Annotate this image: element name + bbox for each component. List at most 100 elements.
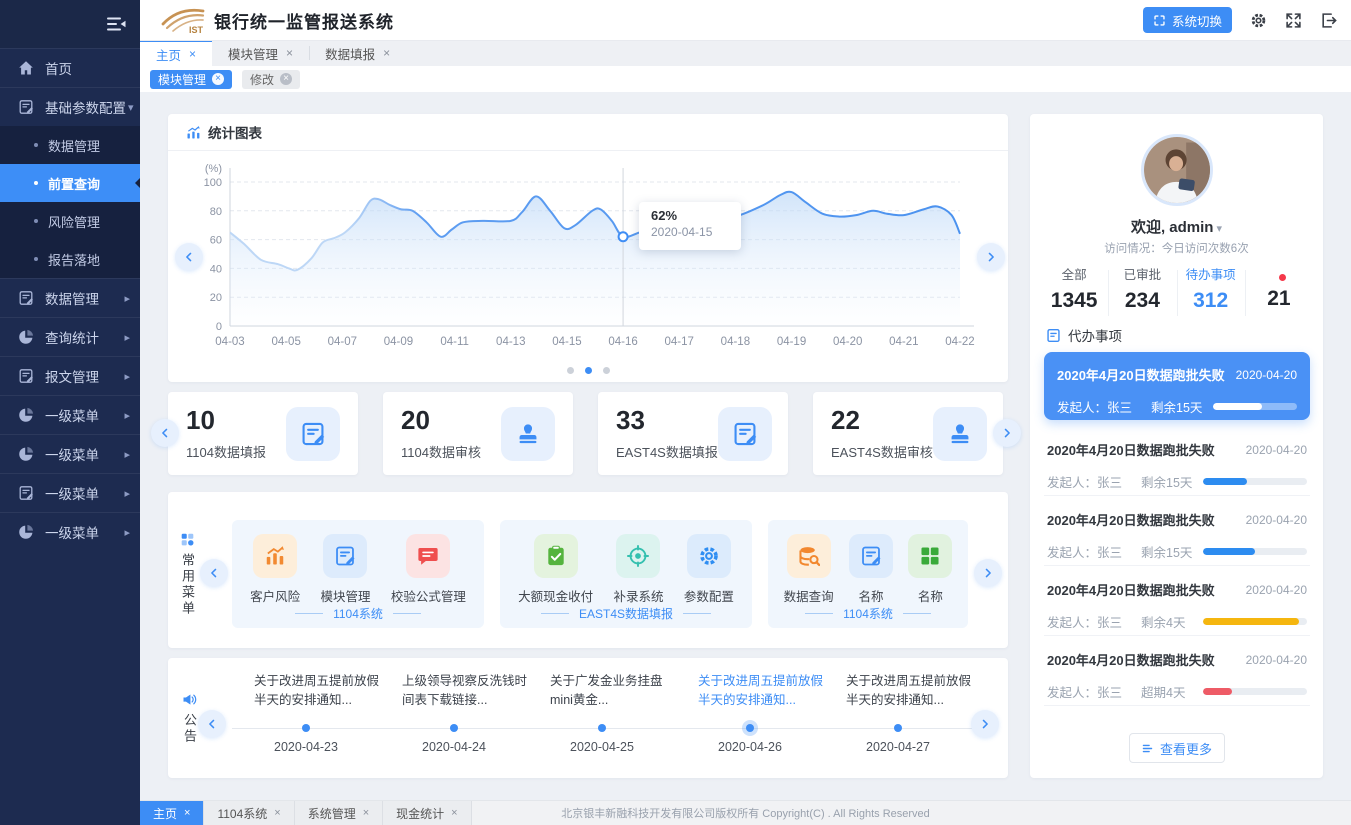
- menu-item-名称[interactable]: 名称: [908, 534, 952, 605]
- menu-item-模块管理[interactable]: 模块管理: [320, 534, 370, 605]
- tab-close-icon[interactable]: ×: [363, 807, 369, 819]
- menu-item-补录系统[interactable]: 补录系统: [613, 534, 663, 605]
- tag-修改[interactable]: 修改×: [242, 70, 300, 89]
- svg-text:100: 100: [204, 177, 222, 189]
- settings-gear-icon[interactable]: [1250, 12, 1267, 29]
- sidebar-item-一级菜单[interactable]: 一级菜单▸: [0, 512, 140, 551]
- stat-label: 1104数据填报: [186, 442, 266, 461]
- sidebar-item-基础参数配置[interactable]: 基础参数配置▾: [0, 87, 140, 126]
- menu-item-数据查询[interactable]: 数据查询: [784, 534, 834, 605]
- todo-row-2: 发起人：张三超期4天: [1047, 682, 1307, 701]
- sidebar-subitem-前置查询[interactable]: 前置查询: [0, 164, 140, 202]
- announcement-next-button[interactable]: [971, 710, 999, 738]
- chevron-left-icon: [206, 718, 218, 730]
- menu-item-大额现金收付[interactable]: 大额现金收付: [518, 534, 593, 605]
- todo-progress-fill: [1203, 618, 1299, 625]
- chart-next-button[interactable]: [977, 243, 1005, 271]
- tab-模块管理[interactable]: 模块管理×: [212, 40, 309, 66]
- tab-close-icon[interactable]: ×: [184, 807, 190, 819]
- todo-item[interactable]: 2020年4月20日数据跑批失败2020-04-20发起人：张三剩余4天: [1044, 566, 1310, 636]
- todo-title: 2020年4月20日数据跑批失败: [1047, 650, 1215, 669]
- tag-模块管理[interactable]: 模块管理×: [150, 70, 232, 89]
- sidebar-item-一级菜单[interactable]: 一级菜单▸: [0, 434, 140, 473]
- sidebar-item-一级菜单[interactable]: 一级菜单▸: [0, 473, 140, 512]
- menu-item-名称[interactable]: 名称: [849, 534, 893, 605]
- sidebar-item-查询统计[interactable]: 查询统计▸: [0, 317, 140, 356]
- announcement-item-title: 关于广发金业务挂盘mini黄金...: [550, 672, 676, 711]
- collapse-menu-icon[interactable]: [106, 16, 126, 32]
- todo-row-1: 2020年4月20日数据跑批失败 2020-04-20: [1047, 650, 1307, 669]
- announcement-item[interactable]: 关于广发金业务挂盘mini黄金...2020-04-25: [528, 658, 676, 778]
- common-menu-prev-button[interactable]: [200, 559, 228, 587]
- announcement-item-date: 2020-04-24: [380, 740, 528, 754]
- gear-icon: [698, 545, 720, 567]
- pagination-dot[interactable]: [567, 367, 574, 374]
- bottom-tab-主页[interactable]: 主页×: [140, 801, 204, 825]
- announcement-item[interactable]: 上级领导视察反洗钱时间表下载链接...2020-04-24: [380, 658, 528, 778]
- menu-item-校验公式管理[interactable]: 校验公式管理: [391, 534, 466, 605]
- system-switch-button[interactable]: 系统切换: [1143, 7, 1232, 33]
- bottom-tab-现金统计[interactable]: 现金统计×: [383, 801, 471, 825]
- announcement-item[interactable]: 关于改进周五提前放假半天的安排通知...2020-04-26: [676, 658, 824, 778]
- tab-数据填报[interactable]: 数据填报×: [309, 40, 406, 66]
- sidebar-subitem-报告落地[interactable]: 报告落地: [0, 240, 140, 278]
- fullscreen-icon[interactable]: [1285, 12, 1302, 29]
- tab-主页[interactable]: 主页×: [140, 40, 212, 66]
- tag-close-icon[interactable]: ×: [212, 73, 224, 85]
- tab-close-icon[interactable]: ×: [189, 47, 196, 61]
- stat-card-EAST4S数据填报[interactable]: 33EAST4S数据填报: [598, 392, 788, 475]
- announcement-item[interactable]: 关于改进周五提前放假半天的安排通知...2020-04-23: [232, 658, 380, 778]
- chevron-right-icon: [979, 718, 991, 730]
- tab-close-icon[interactable]: ×: [451, 807, 457, 819]
- menu-item-参数配置[interactable]: 参数配置: [684, 534, 734, 605]
- todo-item[interactable]: 2020年4月20日数据跑批失败 2020-04-20 发起人：张三超期4天: [1044, 636, 1310, 706]
- menu-item-客户风险[interactable]: 客户风险: [250, 534, 300, 605]
- announcement-title: 公告: [180, 713, 199, 745]
- tab-close-icon[interactable]: ×: [383, 46, 390, 60]
- sidebar-item-报文管理[interactable]: 报文管理▸: [0, 356, 140, 395]
- common-menu-next-button[interactable]: [974, 559, 1002, 587]
- bottom-tab-系统管理[interactable]: 系统管理×: [295, 801, 383, 825]
- tag-close-icon[interactable]: ×: [280, 73, 292, 85]
- announcement-item[interactable]: 关于改进周五提前放假半天的安排通知...2020-04-27: [824, 658, 972, 778]
- sidebar-item-一级菜单[interactable]: 一级菜单▸: [0, 395, 140, 434]
- stats-prev-button[interactable]: [151, 419, 179, 447]
- sidebar-item-数据管理[interactable]: 数据管理▸: [0, 278, 140, 317]
- sidebar-item-首页[interactable]: 首页: [0, 48, 140, 87]
- todo-progress-track: [1203, 688, 1307, 695]
- user-stat-待办事项[interactable]: 待办事项312: [1177, 264, 1245, 320]
- pagination-dot[interactable]: [603, 367, 610, 374]
- sidebar-subitem-风险管理[interactable]: 风险管理: [0, 202, 140, 240]
- caret-right-icon: ▸: [124, 292, 130, 305]
- sidebar-subitem-label: 前置查询: [48, 174, 100, 193]
- chart-prev-button[interactable]: [175, 243, 203, 271]
- stats-next-button[interactable]: [993, 419, 1021, 447]
- avatar[interactable]: [1141, 134, 1213, 206]
- announcement-item-title: 关于改进周五提前放假半天的安排通知...: [846, 672, 972, 711]
- todo-item[interactable]: 2020年4月20日数据跑批失败2020-04-20发起人：张三剩余15天: [1044, 496, 1310, 566]
- todo-item[interactable]: 2020年4月20日数据跑批失败2020-04-20发起人：张三剩余15天: [1044, 352, 1310, 420]
- caret-down-icon[interactable]: ▾: [1213, 223, 1222, 235]
- todo-date: 2020-04-20: [1246, 653, 1307, 667]
- svg-text:04-03: 04-03: [215, 336, 244, 348]
- view-more-button[interactable]: 查看更多: [1129, 733, 1225, 763]
- sidebar-subitem-数据管理[interactable]: 数据管理: [0, 126, 140, 164]
- todo-remaining: 剩余4天: [1141, 612, 1203, 631]
- user-stat-全部[interactable]: 全部1345: [1040, 264, 1108, 320]
- tab-close-icon[interactable]: ×: [286, 46, 293, 60]
- logout-icon[interactable]: [1320, 12, 1337, 29]
- user-stat-消息[interactable]: 21: [1245, 264, 1313, 320]
- sidebar-item-label: 首页: [45, 58, 130, 78]
- todo-item[interactable]: 2020年4月20日数据跑批失败2020-04-20发起人：张三剩余15天: [1044, 426, 1310, 496]
- sidebar-item-label: 数据管理: [45, 288, 122, 308]
- tab-close-icon[interactable]: ×: [274, 807, 280, 819]
- stat-card-EAST4S数据审核[interactable]: 22EAST4S数据审核: [813, 392, 1003, 475]
- pagination-dot[interactable]: [585, 367, 592, 374]
- stat-card-1104数据审核[interactable]: 201104数据审核: [383, 392, 573, 475]
- dash-line: [393, 613, 421, 614]
- user-stat-已审批[interactable]: 已审批234: [1108, 264, 1176, 320]
- announcement-prev-button[interactable]: [198, 710, 226, 738]
- stat-card-1104数据填报[interactable]: 101104数据填报: [168, 392, 358, 475]
- bottom-tab-1104系统[interactable]: 1104系统×: [204, 801, 294, 825]
- todo-sender: 发起人：张三: [1047, 472, 1141, 491]
